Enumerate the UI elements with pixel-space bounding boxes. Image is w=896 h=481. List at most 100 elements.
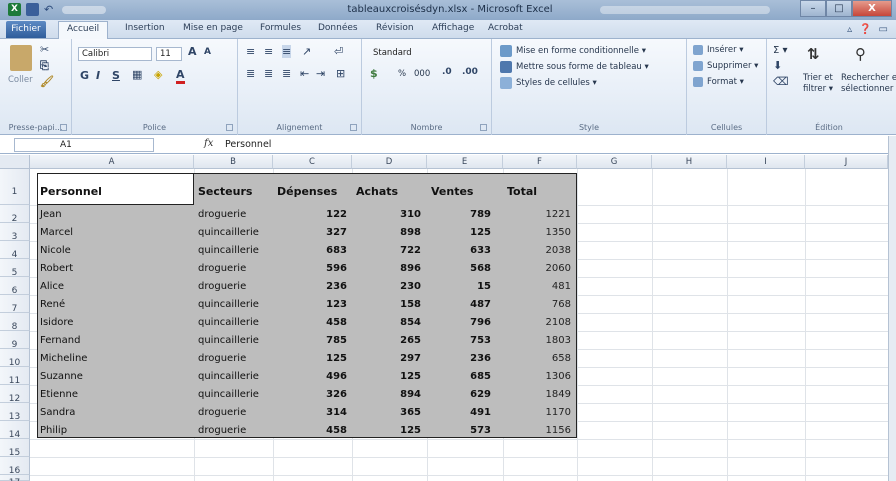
format-as-table-button[interactable]: Mettre sous forme de tableau ▾ [516,62,649,72]
conditional-formatting-button[interactable]: Mise en forme conditionnelle ▾ [516,46,646,56]
underline-button[interactable]: S [112,69,120,82]
minimize-ribbon-icon[interactable]: ▵ [847,24,852,35]
clear-icon[interactable]: ⌫ [773,75,789,88]
find-select-icon[interactable]: ⚲ [855,45,866,63]
row-header-16[interactable]: 16 [0,457,30,476]
table-cell[interactable]: 898 [356,227,421,238]
table-cell[interactable]: 629 [431,389,491,400]
table-cell[interactable]: droguerie [198,209,246,220]
autosum-button[interactable]: Σ ▾ [773,45,788,56]
table-cell[interactable]: quincaillerie [198,299,259,310]
table-cell[interactable]: 1156 [507,425,571,436]
insert-function-icon[interactable]: fx [204,138,213,149]
cell-styles-button[interactable]: Styles de cellules ▾ [516,78,597,88]
table-cell[interactable]: droguerie [198,425,246,436]
row-header-9[interactable]: 9 [0,331,30,350]
table-cell[interactable]: 2108 [507,317,571,328]
row-header-12[interactable]: 12 [0,385,30,404]
table-cell[interactable]: Jean [40,209,62,220]
table-cell[interactable]: Suzanne [40,371,83,382]
table-cell[interactable]: 789 [431,209,491,220]
delete-cells-button[interactable]: Supprimer ▾ [707,61,758,71]
table-cell[interactable]: 327 [277,227,347,238]
align-center-icon[interactable]: ≣ [264,67,273,80]
table-cell[interactable]: Sandra [40,407,75,418]
table-cell[interactable]: 796 [431,317,491,328]
table-cell[interactable]: 236 [277,281,347,292]
table-cell[interactable]: 2038 [507,245,571,256]
table-cell[interactable]: 365 [356,407,421,418]
tab-page-layout[interactable]: Mise en page [183,23,243,33]
table-cell[interactable]: Nicole [40,245,71,256]
table-cell[interactable]: 297 [356,353,421,364]
merge-center-icon[interactable]: ⊞ [336,67,345,80]
row-header-15[interactable]: 15 [0,439,30,458]
row-header-1[interactable]: 1 [0,169,30,205]
table-cell[interactable]: Etienne [40,389,78,400]
currency-format-icon[interactable]: $ [370,67,378,80]
shrink-font-icon[interactable]: A [204,47,211,57]
table-cell[interactable]: 487 [431,299,491,310]
table-cell[interactable]: 158 [356,299,421,310]
copy-icon[interactable]: ⎘ [40,59,49,73]
formula-input[interactable]: Personnel [225,139,271,150]
row-header-4[interactable]: 4 [0,241,30,260]
table-cell[interactable]: droguerie [198,281,246,292]
table-cell[interactable]: 2060 [507,263,571,274]
table-cell[interactable]: 125 [431,227,491,238]
tab-home[interactable]: Accueil [58,21,109,40]
table-cell[interactable]: droguerie [198,407,246,418]
grow-font-icon[interactable]: A [188,45,197,58]
format-cells-button[interactable]: Format ▾ [707,77,744,87]
tab-insert[interactable]: Insertion [125,23,165,33]
table-cell[interactable]: 265 [356,335,421,346]
table-cell[interactable]: 458 [277,317,347,328]
table-cell[interactable]: 1221 [507,209,571,220]
table-cell[interactable]: 1170 [507,407,571,418]
table-cell[interactable]: 1803 [507,335,571,346]
table-cell[interactable]: 123 [277,299,347,310]
select-all-corner[interactable] [0,155,30,169]
table-cell[interactable]: 683 [277,245,347,256]
tab-formulas[interactable]: Formules [260,23,301,33]
fill-color-icon[interactable]: ◈ [154,68,162,81]
table-cell[interactable]: Isidore [40,317,73,328]
table-cell[interactable]: 122 [277,209,347,220]
table-cell[interactable]: quincaillerie [198,389,259,400]
row-header-5[interactable]: 5 [0,259,30,278]
column-header-a[interactable]: A [30,155,194,169]
borders-icon[interactable]: ▦ [132,68,142,81]
help-icon[interactable]: ❓ [859,24,871,35]
clipboard-launcher-icon[interactable] [60,124,67,131]
save-icon[interactable] [26,3,39,16]
align-left-icon[interactable]: ≣ [246,67,255,80]
row-header-13[interactable]: 13 [0,403,30,422]
table-cell[interactable]: droguerie [198,263,246,274]
table-cell[interactable]: Fernand [40,335,80,346]
format-painter-icon[interactable]: 🖌 [40,75,54,88]
column-header-b[interactable]: B [194,155,273,169]
table-cell[interactable]: 15 [431,281,491,292]
column-header-h[interactable]: H [652,155,727,169]
table-cell[interactable]: Micheline [40,353,87,364]
row-header-11[interactable]: 11 [0,367,30,386]
table-cell[interactable]: 573 [431,425,491,436]
table-cell[interactable]: 854 [356,317,421,328]
table-cell[interactable]: 633 [431,245,491,256]
header-achats[interactable]: Achats [356,185,398,198]
column-header-d[interactable]: D [352,155,427,169]
table-cell[interactable]: 491 [431,407,491,418]
name-box[interactable]: A1 [14,138,154,152]
table-cell[interactable]: 230 [356,281,421,292]
table-cell[interactable]: 722 [356,245,421,256]
column-header-i[interactable]: I [727,155,805,169]
font-name-select[interactable]: Calibri [78,47,152,61]
find-select-label-2[interactable]: sélectionner ▾ [841,84,896,94]
table-cell[interactable]: quincaillerie [198,335,259,346]
number-format-select[interactable]: Standard [370,47,482,61]
table-cell[interactable]: 568 [431,263,491,274]
decrease-indent-icon[interactable]: ⇤ [300,67,309,80]
table-cell[interactable]: 785 [277,335,347,346]
table-cell[interactable]: 753 [431,335,491,346]
undo-icon[interactable]: ↶ [44,3,57,16]
